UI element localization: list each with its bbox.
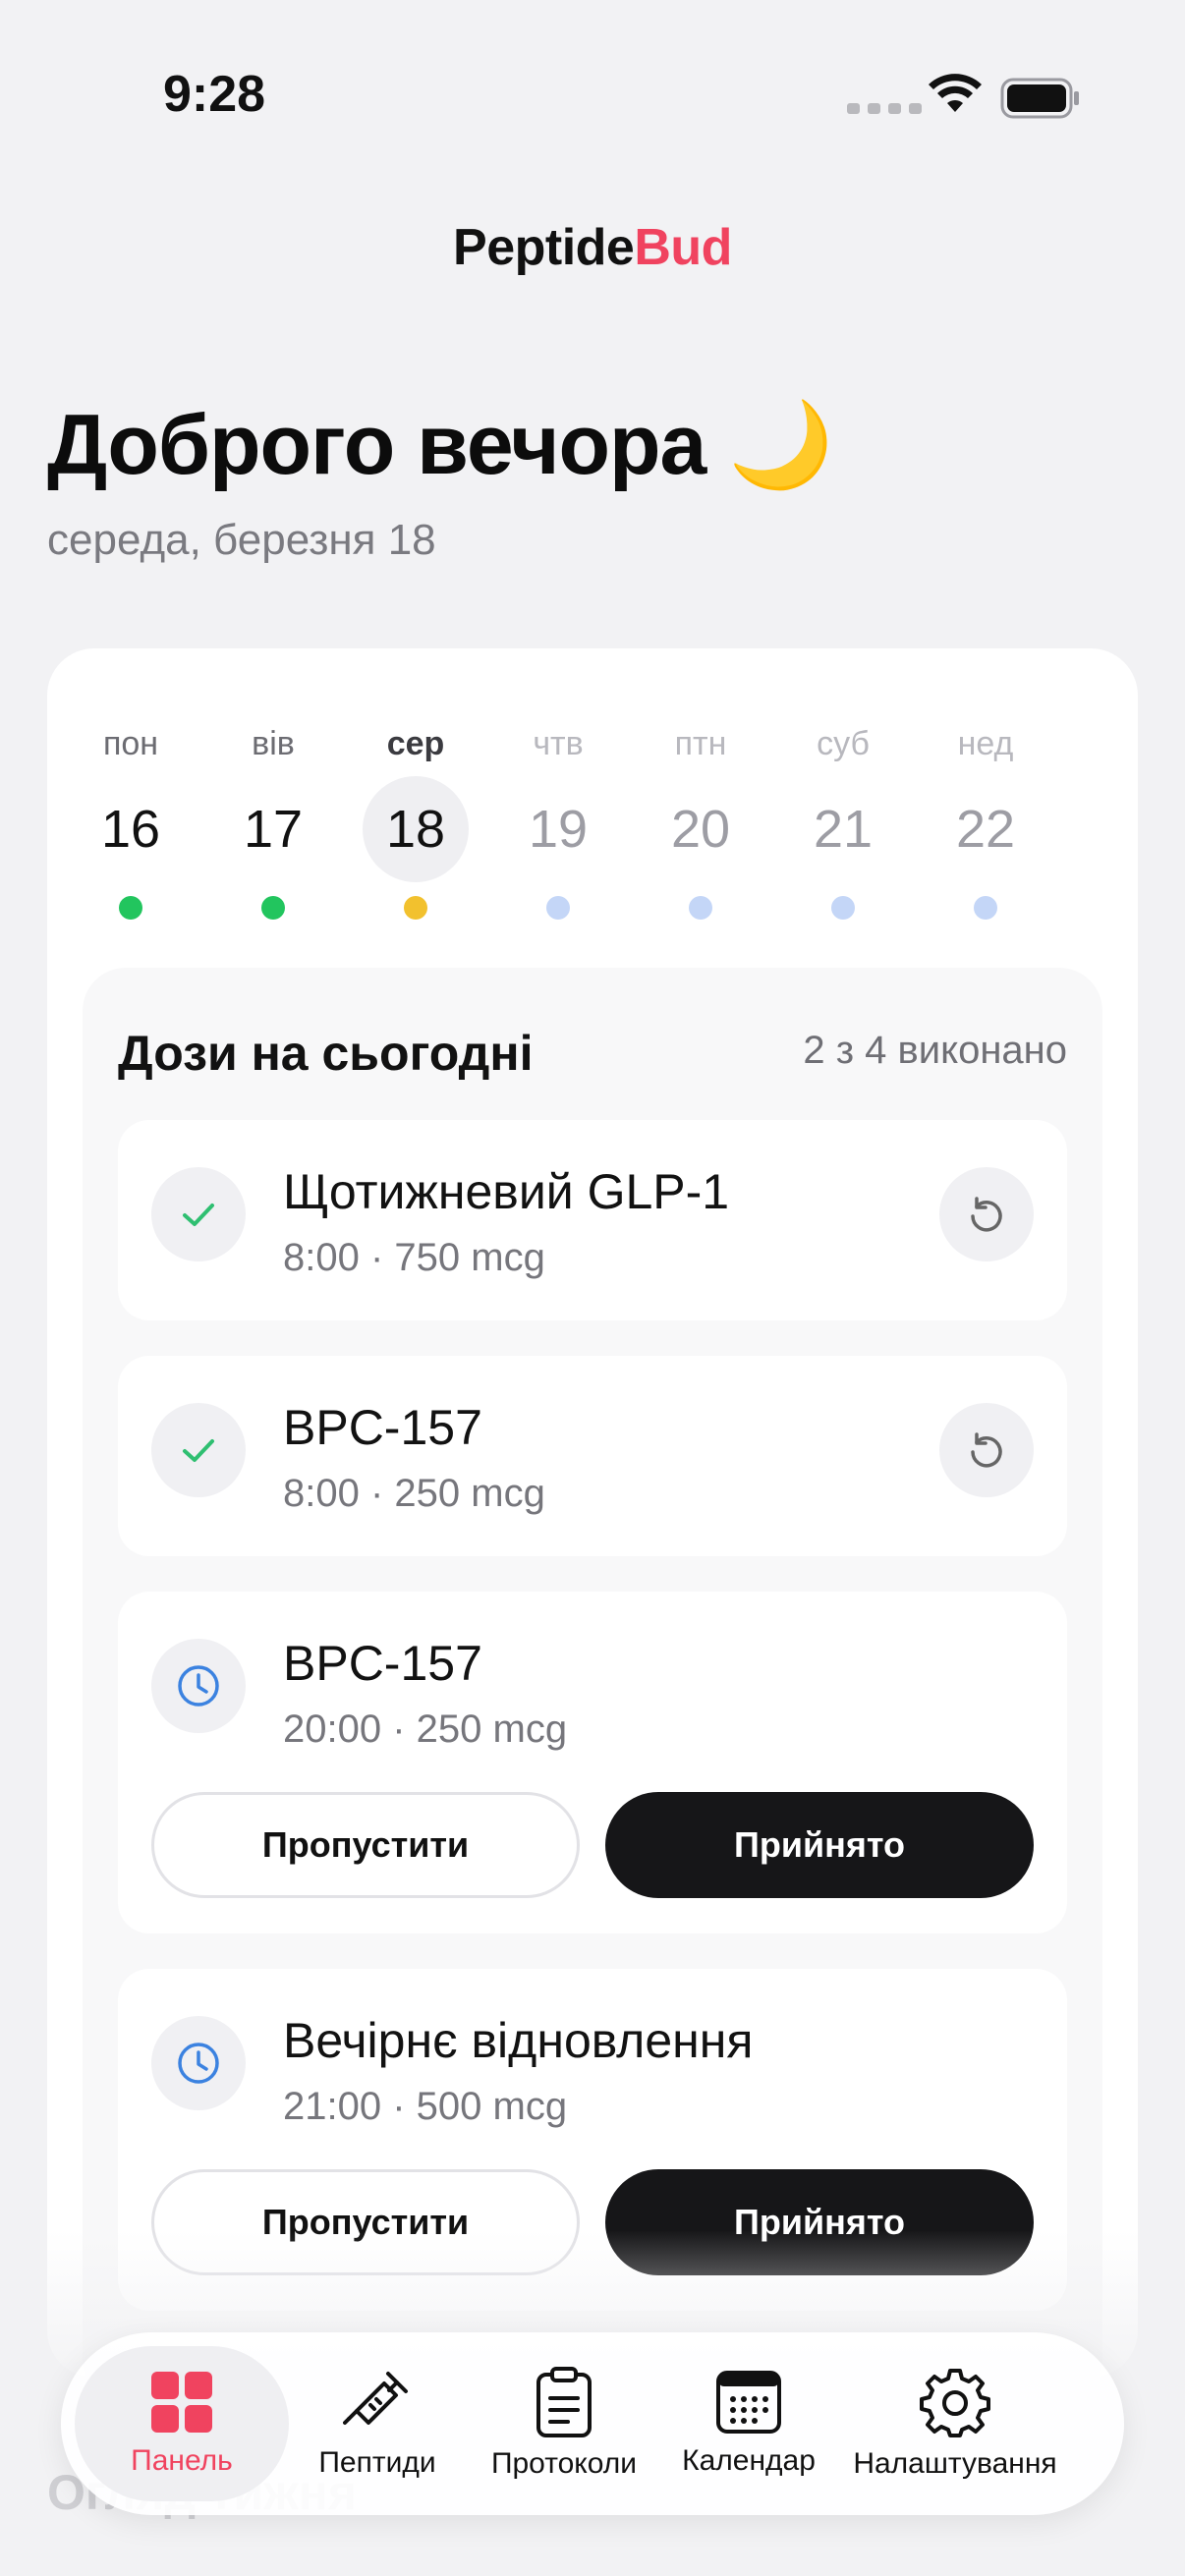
status-time: 9:28 [163,66,266,123]
tab-peptides[interactable]: Пептиди [279,2346,476,2501]
brand-name-part-2: Bud [634,219,732,276]
tab-calendar[interactable]: Календар [650,2346,847,2501]
battery-icon [1000,78,1079,119]
clock-icon [151,1639,246,1733]
week-strip: пон 16 вів 17 сер 18 чтв 19 птн 20 суб 2… [67,648,1118,943]
tab-protocols[interactable]: Протоколи [466,2346,662,2501]
tab-label: Протоколи [490,2447,638,2480]
undo-button[interactable] [939,1167,1034,1261]
dose-name: Щотижневий GLP-1 [283,1164,730,1219]
today-card: пон 16 вів 17 сер 18 чтв 19 птн 20 суб 2… [47,648,1138,2378]
wifi-icon [929,74,982,112]
day-name: суб [817,725,870,762]
syringe-icon [343,2372,408,2425]
status-dot [261,896,285,920]
dose-time-amount: 20:00 · 250 mcg [283,1708,568,1751]
dose-time-amount: 8:00 · 750 mcg [283,1236,545,1279]
tab-label: Пептиди [318,2446,436,2479]
skip-button[interactable]: Пропустити [151,1792,580,1898]
day-tue[interactable]: вів 17 [209,648,337,943]
day-number: 18 [385,800,446,859]
tab-bar: Панель Пептиди Протоколи Календар Налашт… [61,2332,1124,2515]
day-name: нед [957,725,1014,762]
day-number: 20 [670,800,731,859]
check-icon [151,1167,246,1261]
day-wed-selected[interactable]: сер 18 [352,648,480,943]
dose-name: BPC-157 [283,1636,482,1691]
selected-day-highlight: 18 [363,776,469,882]
section-title: Дози на сьогодні [118,1026,534,1081]
undo-button[interactable] [939,1403,1034,1497]
dose-time-amount: 8:00 · 250 mcg [283,1472,545,1515]
status-dot [546,896,570,920]
undo-icon [971,1432,1002,1468]
status-dot [404,896,427,920]
status-dot [974,896,997,920]
dose-card: Щотижневий GLP-1 8:00 · 750 mcg [118,1120,1067,1320]
doses-progress: 2 з 4 виконано [803,1029,1067,1072]
gear-icon [920,2369,990,2437]
taken-button[interactable]: Прийнято [605,1792,1034,1898]
status-dot [689,896,712,920]
tab-dashboard[interactable]: Панель [75,2346,289,2501]
tab-label: Налаштування [853,2447,1057,2480]
clipboard-icon [536,2367,592,2437]
dose-card: BPC-157 8:00 · 250 mcg [118,1356,1067,1556]
clock-icon [151,2016,246,2110]
day-name: вів [252,725,295,762]
status-bar: 9:28 [0,0,1185,187]
todays-doses-section: Дози на сьогодні 2 з 4 виконано Щотижнев… [83,968,1102,2378]
current-date: середа, березня 18 [47,516,436,564]
day-mon[interactable]: пон 16 [67,648,195,943]
status-dot [119,896,142,920]
day-number: 22 [955,800,1016,859]
day-fri[interactable]: птн 20 [637,648,764,943]
day-name: чтв [533,725,584,762]
dose-name: BPC-157 [283,1400,482,1455]
day-number: 19 [528,800,589,859]
check-icon [151,1403,246,1497]
page-title: Доброго вечора 🌙 [47,398,833,492]
dose-card: BPC-157 20:00 · 250 mcg Пропустити Прийн… [118,1592,1067,1933]
dose-time-amount: 21:00 · 500 mcg [283,2085,568,2128]
brand-name-part-1: Peptide [453,219,635,276]
tab-settings[interactable]: Налаштування [827,2346,1083,2501]
day-name: птн [674,725,727,762]
day-thu[interactable]: чтв 19 [494,648,622,943]
day-name: пон [102,725,159,762]
undo-icon [971,1197,1002,1232]
dashboard-grid-icon [151,2372,212,2433]
day-number: 21 [813,800,874,859]
calendar-icon [716,2371,781,2434]
day-sat[interactable]: суб 21 [779,648,907,943]
tab-label: Календар [682,2444,816,2477]
day-sun[interactable]: нед 22 [922,648,1049,943]
status-dot [831,896,855,920]
day-number: 17 [243,800,304,859]
tab-label: Панель [131,2444,233,2477]
dose-name: Вечірнє відновлення [283,2013,754,2068]
signal-dots-icon [847,103,922,114]
day-number: 16 [100,800,161,859]
app-logo: PeptideBud [0,218,1185,277]
day-name: сер [386,725,445,762]
